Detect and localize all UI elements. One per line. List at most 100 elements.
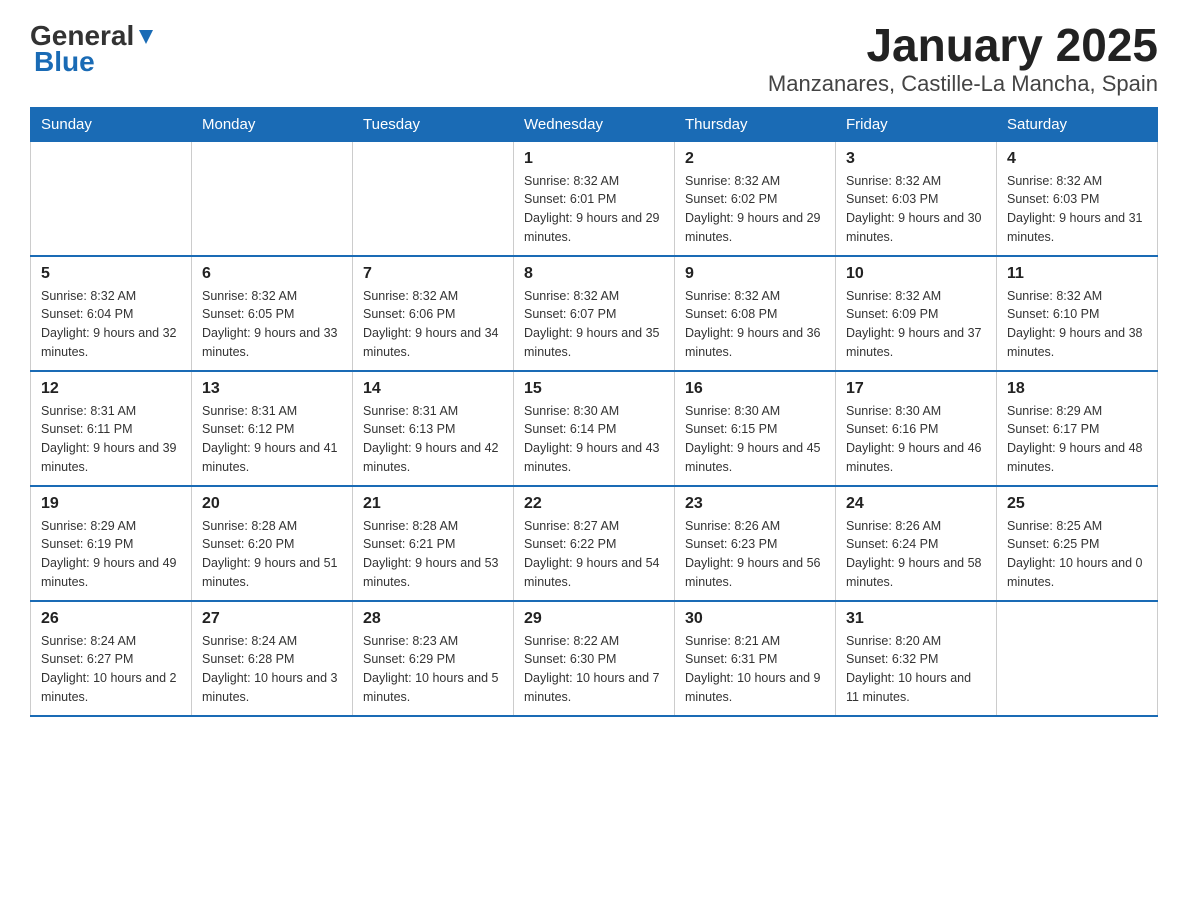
calendar-cell: 30 Sunrise: 8:21 AMSunset: 6:31 PMDayligh…: [675, 601, 836, 716]
day-number: 28: [363, 610, 503, 628]
day-number: 29: [524, 610, 664, 628]
week-row-1: 1 Sunrise: 8:32 AMSunset: 6:01 PMDaylight…: [31, 141, 1158, 256]
calendar-cell: [31, 141, 192, 256]
calendar-cell: [997, 601, 1158, 716]
day-number: 27: [202, 610, 342, 628]
day-info: Sunrise: 8:32 AMSunset: 6:06 PMDaylight:…: [363, 287, 503, 362]
day-info: Sunrise: 8:29 AMSunset: 6:17 PMDaylight:…: [1007, 402, 1147, 477]
day-number: 14: [363, 380, 503, 398]
day-number: 21: [363, 495, 503, 513]
day-info: Sunrise: 8:30 AMSunset: 6:14 PMDaylight:…: [524, 402, 664, 477]
title-block: January 2025 Manzanares, Castille-La Man…: [768, 20, 1158, 97]
day-number: 30: [685, 610, 825, 628]
day-info: Sunrise: 8:29 AMSunset: 6:19 PMDaylight:…: [41, 517, 181, 592]
calendar-cell: 20 Sunrise: 8:28 AMSunset: 6:20 PMDayligh…: [192, 486, 353, 601]
day-info: Sunrise: 8:24 AMSunset: 6:27 PMDaylight:…: [41, 632, 181, 707]
day-number: 11: [1007, 265, 1147, 283]
day-info: Sunrise: 8:20 AMSunset: 6:32 PMDaylight:…: [846, 632, 986, 707]
day-number: 23: [685, 495, 825, 513]
day-info: Sunrise: 8:32 AMSunset: 6:10 PMDaylight:…: [1007, 287, 1147, 362]
column-header-wednesday: Wednesday: [514, 107, 675, 141]
calendar-cell: 27 Sunrise: 8:24 AMSunset: 6:28 PMDayligh…: [192, 601, 353, 716]
day-info: Sunrise: 8:31 AMSunset: 6:11 PMDaylight:…: [41, 402, 181, 477]
day-number: 25: [1007, 495, 1147, 513]
day-info: Sunrise: 8:21 AMSunset: 6:31 PMDaylight:…: [685, 632, 825, 707]
day-info: Sunrise: 8:26 AMSunset: 6:23 PMDaylight:…: [685, 517, 825, 592]
page-subtitle: Manzanares, Castille-La Mancha, Spain: [768, 71, 1158, 97]
day-number: 5: [41, 265, 181, 283]
day-number: 12: [41, 380, 181, 398]
day-number: 8: [524, 265, 664, 283]
day-number: 3: [846, 150, 986, 168]
day-number: 4: [1007, 150, 1147, 168]
day-number: 17: [846, 380, 986, 398]
day-number: 26: [41, 610, 181, 628]
column-header-saturday: Saturday: [997, 107, 1158, 141]
calendar-cell: 11 Sunrise: 8:32 AMSunset: 6:10 PMDayligh…: [997, 256, 1158, 371]
day-number: 19: [41, 495, 181, 513]
week-row-2: 5 Sunrise: 8:32 AMSunset: 6:04 PMDaylight…: [31, 256, 1158, 371]
calendar-cell: 17 Sunrise: 8:30 AMSunset: 6:16 PMDayligh…: [836, 371, 997, 486]
calendar-cell: 9Sunrise: 8:32 AMSunset: 6:08 PMDaylight…: [675, 256, 836, 371]
day-info: Sunrise: 8:32 AMSunset: 6:03 PMDaylight:…: [1007, 172, 1147, 247]
calendar-cell: 16Sunrise: 8:30 AMSunset: 6:15 PMDayligh…: [675, 371, 836, 486]
column-header-thursday: Thursday: [675, 107, 836, 141]
calendar-cell: 26 Sunrise: 8:24 AMSunset: 6:27 PMDayligh…: [31, 601, 192, 716]
week-row-5: 26 Sunrise: 8:24 AMSunset: 6:27 PMDayligh…: [31, 601, 1158, 716]
calendar-cell: 7Sunrise: 8:32 AMSunset: 6:06 PMDaylight…: [353, 256, 514, 371]
calendar-cell: 21 Sunrise: 8:28 AMSunset: 6:21 PMDayligh…: [353, 486, 514, 601]
calendar-cell: 13 Sunrise: 8:31 AMSunset: 6:12 PMDayligh…: [192, 371, 353, 486]
day-info: Sunrise: 8:31 AMSunset: 6:13 PMDaylight:…: [363, 402, 503, 477]
day-info: Sunrise: 8:28 AMSunset: 6:20 PMDaylight:…: [202, 517, 342, 592]
page-header: General Blue January 2025 Manzanares, Ca…: [30, 20, 1158, 97]
calendar-cell: 23 Sunrise: 8:26 AMSunset: 6:23 PMDayligh…: [675, 486, 836, 601]
day-number: 9: [685, 265, 825, 283]
day-info: Sunrise: 8:28 AMSunset: 6:21 PMDaylight:…: [363, 517, 503, 592]
day-info: Sunrise: 8:32 AMSunset: 6:07 PMDaylight:…: [524, 287, 664, 362]
calendar-cell: 6Sunrise: 8:32 AMSunset: 6:05 PMDaylight…: [192, 256, 353, 371]
day-number: 22: [524, 495, 664, 513]
calendar-cell: 2Sunrise: 8:32 AMSunset: 6:02 PMDaylight…: [675, 141, 836, 256]
day-info: Sunrise: 8:26 AMSunset: 6:24 PMDaylight:…: [846, 517, 986, 592]
calendar-cell: 28 Sunrise: 8:23 AMSunset: 6:29 PMDayligh…: [353, 601, 514, 716]
calendar-cell: 31 Sunrise: 8:20 AMSunset: 6:32 PMDayligh…: [836, 601, 997, 716]
column-header-monday: Monday: [192, 107, 353, 141]
day-info: Sunrise: 8:31 AMSunset: 6:12 PMDaylight:…: [202, 402, 342, 477]
day-info: Sunrise: 8:23 AMSunset: 6:29 PMDaylight:…: [363, 632, 503, 707]
day-number: 15: [524, 380, 664, 398]
logo-blue-text: Blue: [34, 46, 95, 78]
day-info: Sunrise: 8:25 AMSunset: 6:25 PMDaylight:…: [1007, 517, 1147, 592]
calendar-cell: 4 Sunrise: 8:32 AMSunset: 6:03 PMDaylight…: [997, 141, 1158, 256]
week-row-3: 12 Sunrise: 8:31 AMSunset: 6:11 PMDayligh…: [31, 371, 1158, 486]
day-number: 18: [1007, 380, 1147, 398]
calendar-cell: [353, 141, 514, 256]
day-info: Sunrise: 8:32 AMSunset: 6:01 PMDaylight:…: [524, 172, 664, 247]
day-info: Sunrise: 8:24 AMSunset: 6:28 PMDaylight:…: [202, 632, 342, 707]
calendar-cell: 8 Sunrise: 8:32 AMSunset: 6:07 PMDaylight…: [514, 256, 675, 371]
calendar-cell: [192, 141, 353, 256]
day-number: 2: [685, 150, 825, 168]
day-number: 24: [846, 495, 986, 513]
calendar-cell: 15 Sunrise: 8:30 AMSunset: 6:14 PMDayligh…: [514, 371, 675, 486]
calendar-table: SundayMondayTuesdayWednesdayThursdayFrid…: [30, 107, 1158, 717]
day-info: Sunrise: 8:22 AMSunset: 6:30 PMDaylight:…: [524, 632, 664, 707]
calendar-cell: 24 Sunrise: 8:26 AMSunset: 6:24 PMDayligh…: [836, 486, 997, 601]
calendar-cell: 3 Sunrise: 8:32 AMSunset: 6:03 PMDaylight…: [836, 141, 997, 256]
calendar-cell: 19 Sunrise: 8:29 AMSunset: 6:19 PMDayligh…: [31, 486, 192, 601]
day-info: Sunrise: 8:32 AMSunset: 6:04 PMDaylight:…: [41, 287, 181, 362]
calendar-cell: 18 Sunrise: 8:29 AMSunset: 6:17 PMDayligh…: [997, 371, 1158, 486]
column-header-sunday: Sunday: [31, 107, 192, 141]
calendar-cell: 29 Sunrise: 8:22 AMSunset: 6:30 PMDayligh…: [514, 601, 675, 716]
day-info: Sunrise: 8:30 AMSunset: 6:16 PMDaylight:…: [846, 402, 986, 477]
day-number: 31: [846, 610, 986, 628]
day-number: 20: [202, 495, 342, 513]
day-number: 1: [524, 150, 664, 168]
calendar-cell: 25 Sunrise: 8:25 AMSunset: 6:25 PMDayligh…: [997, 486, 1158, 601]
day-info: Sunrise: 8:32 AMSunset: 6:05 PMDaylight:…: [202, 287, 342, 362]
day-number: 13: [202, 380, 342, 398]
calendar-header-row: SundayMondayTuesdayWednesdayThursdayFrid…: [31, 107, 1158, 141]
column-header-tuesday: Tuesday: [353, 107, 514, 141]
calendar-cell: 14 Sunrise: 8:31 AMSunset: 6:13 PMDayligh…: [353, 371, 514, 486]
week-row-4: 19 Sunrise: 8:29 AMSunset: 6:19 PMDayligh…: [31, 486, 1158, 601]
day-info: Sunrise: 8:32 AMSunset: 6:03 PMDaylight:…: [846, 172, 986, 247]
